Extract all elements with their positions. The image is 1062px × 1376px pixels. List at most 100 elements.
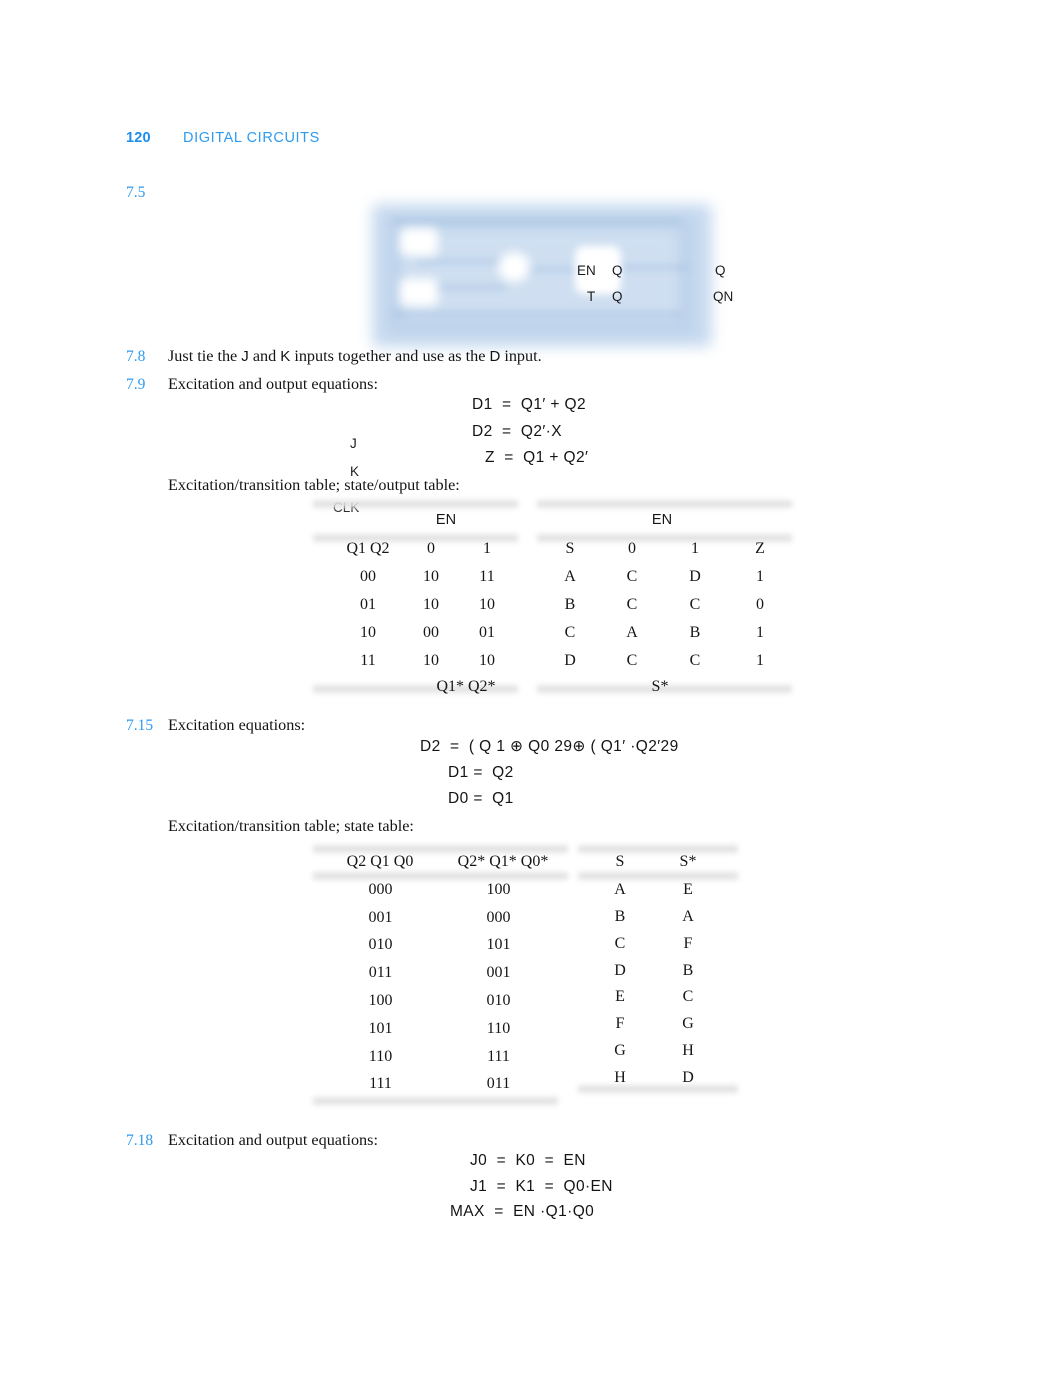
table-row: 01: [360, 596, 376, 613]
table-cell: 111: [487, 1048, 510, 1065]
table-cell: 100: [486, 881, 511, 898]
table-header-en-0: 0: [628, 540, 636, 557]
problem-7-8-text: Just tie the J and K inputs together and…: [168, 347, 542, 366]
table-cell: 010: [486, 992, 511, 1009]
table-cell: 1: [756, 652, 764, 669]
table-cell: C: [626, 568, 638, 585]
problem-number-7-18: 7.18: [126, 1132, 154, 1149]
figure-label-q-bottom: Q: [612, 289, 623, 304]
table-row: C: [564, 624, 576, 641]
equation-max: MAX = EN ·Q1·Q0: [450, 1203, 595, 1220]
table-header-en-1: 1: [483, 540, 491, 557]
table-cell: C: [689, 652, 701, 669]
equation-d0-7-15: D0 = Q1: [448, 790, 514, 807]
figure-label-q-top: Q: [612, 263, 623, 278]
table-cell: 110: [486, 1020, 511, 1037]
table-row: D: [564, 652, 576, 669]
table-header-q1q2: Q1 Q2: [346, 540, 390, 557]
table-header-en-0: 0: [427, 540, 435, 557]
wire-j: [416, 260, 506, 263]
table-header-s: S: [565, 540, 575, 557]
problem-number-7-9: 7.9: [126, 376, 146, 393]
problem-7-9-tables-caption: Excitation/transition table; state/outpu…: [168, 476, 460, 494]
equation-d1-7-15: D1 = Q2: [448, 764, 514, 781]
table-cell: 000: [486, 909, 511, 926]
table-cell: D: [682, 1069, 694, 1086]
figure-label-output-qn: QN: [713, 289, 734, 304]
figure-label-j: J: [350, 436, 357, 451]
table-row: G: [614, 1042, 626, 1059]
table-footer-q1star-q2star: Q1* Q2*: [436, 678, 496, 695]
table-cell: A: [682, 908, 694, 925]
table-rule-header: [578, 872, 738, 880]
table-cell: 1: [756, 568, 764, 585]
table-row: A: [564, 568, 576, 585]
table-header-en-1: 1: [691, 540, 699, 557]
table-7-9-state-output: EN S 0 1 Z A C D 1 B C C 0 C A B 1 D C C…: [537, 500, 792, 705]
table-header-q2q1q0: Q2 Q1 Q0: [346, 853, 414, 870]
table-row: 011: [368, 964, 393, 981]
or-gate-icon: [498, 252, 530, 282]
table-cell: D: [689, 568, 701, 585]
table-row: C: [614, 935, 626, 952]
table-spanner-en: EN: [651, 512, 673, 528]
table-rule-top: [313, 500, 518, 508]
table-cell: 10: [423, 568, 439, 585]
table-cell: B: [689, 624, 701, 641]
table-cell: 0: [756, 596, 764, 613]
table-cell: 001: [486, 964, 511, 981]
and-gate-top-icon: [400, 228, 438, 256]
table-cell: 101: [486, 936, 511, 953]
table-header-sstar: S*: [679, 853, 697, 870]
table-row: 110: [368, 1048, 393, 1065]
table-7-15-transition: Q2 Q1 Q0 Q2* Q1* Q0* 000 100 001 000 010…: [313, 845, 568, 1110]
table-rule-top: [537, 500, 792, 508]
table-header-s: S: [615, 853, 625, 870]
figure-frame-interior: [402, 230, 678, 318]
table-row: F: [615, 1015, 625, 1032]
page-number: 120: [126, 130, 151, 146]
signal-k: K: [280, 348, 291, 365]
table-row: 11: [360, 652, 376, 669]
table-row: 001: [368, 909, 393, 926]
problem-7-15-heading: Excitation equations:: [168, 716, 306, 734]
table-header-q2q1q0-star: Q2* Q1* Q0*: [457, 853, 549, 870]
table-cell: 011: [486, 1075, 511, 1092]
table-rule-header: [313, 872, 568, 880]
table-cell: 00: [423, 624, 439, 641]
table-row: 10: [360, 624, 376, 641]
table-cell: E: [683, 881, 693, 898]
running-head: 120 DIGITAL CIRCUITS: [126, 130, 826, 152]
table-rule-bottom: [313, 1097, 558, 1105]
table-row: E: [615, 988, 625, 1005]
figure-label-t: T: [587, 289, 596, 304]
wire-clk: [392, 312, 682, 315]
figure-label-output-q: Q: [715, 263, 726, 278]
text-segment: input.: [500, 347, 542, 365]
problem-number-7-5: 7.5: [126, 184, 146, 201]
wire-out: [618, 266, 688, 269]
table-cell: H: [682, 1042, 694, 1059]
table-row: 00: [360, 568, 376, 585]
table-7-15-state: S S* A E B A C F D B E C F G G H H D: [578, 845, 738, 1100]
table-cell: 10: [423, 596, 439, 613]
equation-j0-k0: J0 = K0 = EN: [470, 1152, 586, 1169]
equation-j1-k1: J1 = K1 = Q0·EN: [470, 1178, 613, 1195]
figure-7-5-circuit-diagram: J K CLK EN Q T Q Q QN: [330, 190, 750, 515]
table-cell: 11: [479, 568, 495, 585]
table-row: B: [564, 596, 576, 613]
problem-7-9-heading: Excitation and output equations:: [168, 375, 378, 393]
table-row: 111: [369, 1075, 392, 1092]
equation-d1: D1 = Q1′ + Q2: [472, 396, 587, 413]
table-cell: 1: [756, 624, 764, 641]
table-cell: 01: [479, 624, 495, 641]
text-segment: Just tie the: [168, 347, 242, 365]
table-rule-top: [313, 845, 568, 853]
table-cell: 10: [423, 652, 439, 669]
wire-mid: [526, 268, 582, 271]
signal-j: J: [241, 348, 249, 365]
table-row: H: [614, 1069, 626, 1086]
text-segment: inputs together and use as the: [290, 347, 490, 365]
table-row: 000: [368, 881, 393, 898]
equation-d2-7-15: D2 = ( Q 1 ⊕ Q0 29⊕ ( Q1′ ·Q2′29: [420, 738, 679, 755]
